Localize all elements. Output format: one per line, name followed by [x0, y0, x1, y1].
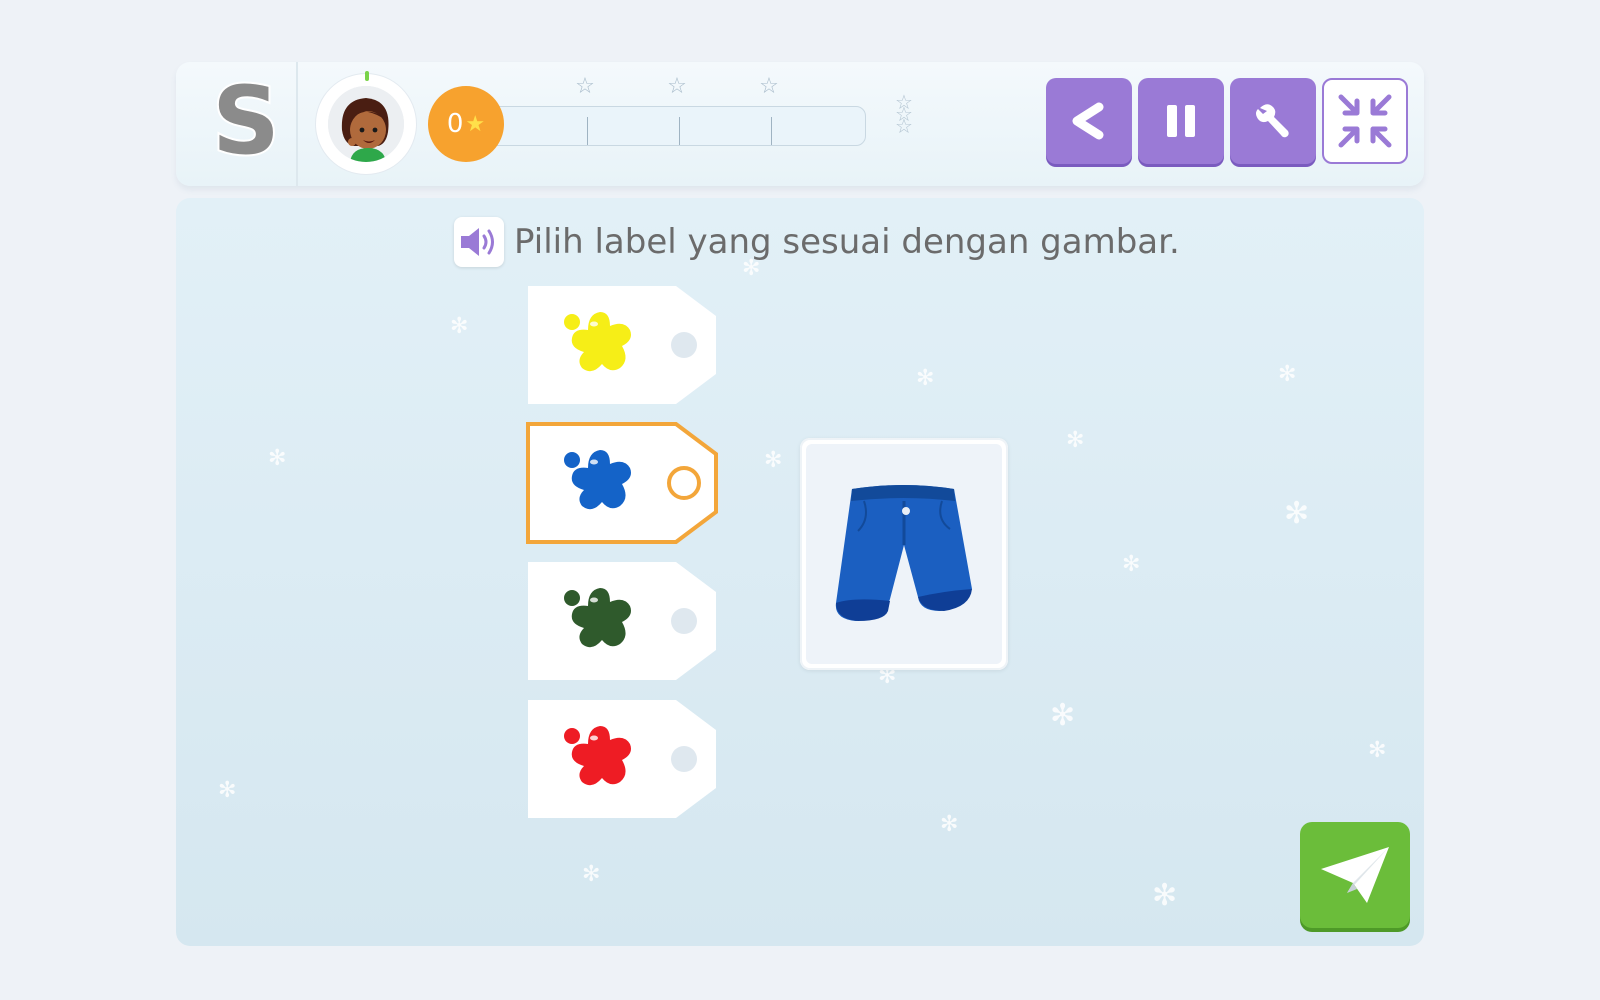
- background-flower: ✻: [1278, 362, 1297, 387]
- logo-icon: S: [210, 77, 282, 167]
- avatar-timer: [316, 71, 416, 174]
- blue-paint-splash-icon: [564, 450, 631, 510]
- divider: [296, 62, 298, 186]
- audio-button[interactable]: [454, 217, 504, 267]
- girl-avatar-icon: [328, 86, 404, 162]
- label-option-red[interactable]: [526, 698, 718, 820]
- progress-bar: [494, 106, 866, 146]
- score-value: 0: [446, 109, 464, 139]
- background-flower: ✻: [1066, 428, 1085, 453]
- label-option-dark-green[interactable]: [526, 560, 718, 682]
- progress-segment: [679, 117, 680, 145]
- wrench-icon: [1256, 104, 1289, 138]
- score-badge: 0 ★: [428, 86, 504, 162]
- speaker-icon: [461, 228, 494, 256]
- avatar: [328, 86, 404, 162]
- milestone-star-icon: ☆: [759, 74, 779, 99]
- background-flower: ✻: [450, 314, 469, 339]
- yellow-paint-splash-icon: [564, 312, 631, 372]
- pause-icon: [1167, 105, 1195, 137]
- progress-segment: [771, 117, 772, 145]
- progress-segment: [587, 117, 588, 145]
- star-icon: ★: [465, 111, 486, 137]
- background-flower: ✻: [1152, 878, 1178, 913]
- background-flower: ✻: [1284, 496, 1310, 531]
- background-flower: ✻: [1122, 552, 1141, 577]
- exit-fullscreen-button[interactable]: [1322, 78, 1408, 164]
- background-flower: ✻: [764, 448, 783, 473]
- milestone-star-icon: ☆: [575, 74, 595, 99]
- submit-button[interactable]: [1300, 822, 1410, 928]
- settings-button[interactable]: [1230, 78, 1316, 164]
- instruction-text: Pilih label yang sesuai dengan gambar.: [514, 222, 1180, 262]
- chevron-left-icon: [1072, 102, 1104, 140]
- top-bar: S ☆ ☆ ☆ ☆ ☆ ☆ 0 ★: [176, 62, 1424, 186]
- back-button[interactable]: [1046, 78, 1132, 164]
- green-paint-splash-icon: [564, 588, 631, 648]
- background-flower: ✻: [916, 366, 935, 391]
- svg-text:S: S: [212, 77, 280, 167]
- background-flower: ✻: [268, 446, 287, 471]
- logo: S: [194, 72, 294, 172]
- red-paint-splash-icon: [564, 726, 631, 786]
- background-flower: ✻: [582, 862, 601, 887]
- paper-plane-icon: [1321, 847, 1389, 903]
- background-flower: ✻: [1368, 738, 1387, 763]
- timer-tick: [365, 71, 369, 81]
- instruction: Pilih label yang sesuai dengan gambar.: [454, 216, 1180, 268]
- pause-button[interactable]: [1138, 78, 1224, 164]
- picture-card: [800, 438, 1008, 670]
- final-stars-icon: ☆ ☆ ☆: [895, 90, 913, 138]
- label-option-yellow[interactable]: [526, 284, 718, 406]
- background-flower: ✻: [1050, 698, 1076, 733]
- blue-shorts-icon: [835, 485, 972, 621]
- label-option-blue-selected[interactable]: [526, 422, 718, 544]
- question-panel: ✻ ✻ ✻ ✻ ✻ ✻ ✻ ✻ ✻ ✻ ✻ ✻ ✻ ✻ ✻ ✻ Pilih la…: [176, 198, 1424, 946]
- milestone-star-icon: ☆: [667, 74, 687, 99]
- background-flower: ✻: [218, 778, 237, 803]
- background-flower: ✻: [940, 812, 959, 837]
- picture-frame: [806, 444, 1002, 664]
- collapse-arrows-icon: [1338, 94, 1392, 148]
